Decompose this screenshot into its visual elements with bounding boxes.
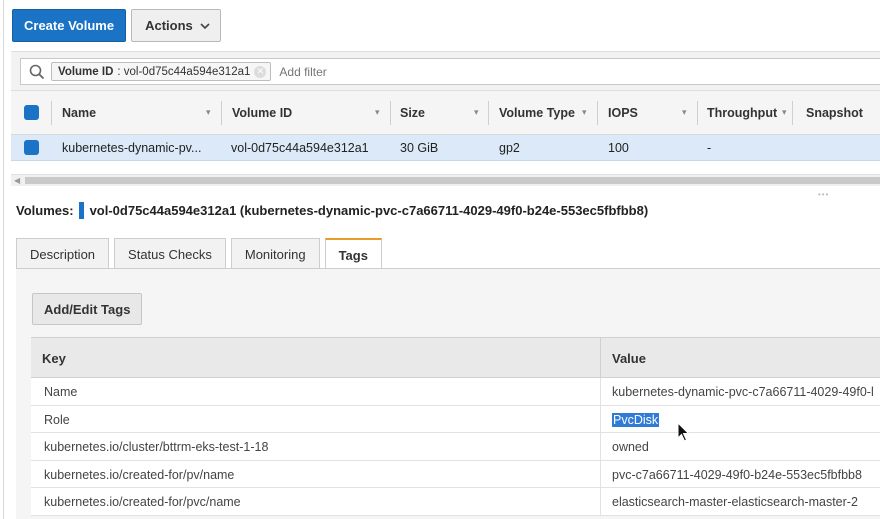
- scroll-left-arrow-icon[interactable]: ◀: [14, 176, 20, 185]
- cell-size: 30 GiB: [400, 140, 439, 155]
- toolbar: Create Volume Actions: [12, 9, 221, 43]
- sort-caret-icon[interactable]: ▾: [206, 91, 211, 134]
- column-separator: [600, 433, 601, 460]
- chevron-down-icon: [200, 22, 210, 29]
- table-row: Role PvcDisk: [31, 405, 880, 433]
- table-row: kubernetes.io/created-for/pv/name pvc-c7…: [31, 460, 880, 488]
- column-separator: [600, 488, 601, 515]
- filter-token-key: Volume ID: [58, 65, 114, 78]
- table-row: kubernetes.io/cluster/bttrm-eks-test-1-1…: [31, 433, 880, 461]
- column-header-throughput[interactable]: Throughput: [707, 91, 777, 134]
- close-icon[interactable]: ✕: [254, 65, 267, 78]
- column-separator: [221, 101, 222, 125]
- column-separator: [600, 338, 601, 377]
- volumes-table: Name ▾ Volume ID ▾ Size ▾ Volume Type ▾ …: [11, 91, 880, 161]
- cell-volume-type: gp2: [499, 140, 520, 155]
- add-edit-tags-button[interactable]: Add/Edit Tags: [32, 293, 143, 325]
- column-separator: [390, 101, 391, 125]
- selected-volume-prefix: Volumes:: [16, 203, 74, 218]
- actions-label: Actions: [145, 18, 193, 33]
- sort-caret-icon[interactable]: ▾: [682, 91, 687, 134]
- tab-monitoring[interactable]: Monitoring: [230, 238, 320, 269]
- resize-handle-icon[interactable]: •••: [818, 190, 829, 199]
- tags-table-header: Key Value: [31, 337, 880, 378]
- tab-status-checks[interactable]: Status Checks: [114, 238, 226, 269]
- column-separator: [600, 405, 601, 432]
- tab-tags[interactable]: Tags: [324, 238, 382, 270]
- window-left-border: [0, 0, 4, 519]
- column-header-volume-id[interactable]: Volume ID: [232, 91, 292, 134]
- value-column-header[interactable]: Value: [612, 351, 646, 366]
- cell-name: kubernetes-dynamic-pv...: [62, 140, 202, 155]
- column-separator: [697, 101, 698, 125]
- column-separator: [597, 101, 598, 125]
- sort-caret-icon[interactable]: ▾: [782, 91, 787, 134]
- tags-panel: Add/Edit Tags Key Value Name kubernetes-…: [16, 269, 880, 519]
- selection-marker: [78, 202, 84, 219]
- tag-value-selected: PvcDisk: [612, 412, 660, 427]
- tag-key: kubernetes.io/cluster/bttrm-eks-test-1-1…: [44, 440, 269, 454]
- tag-key: kubernetes.io/created-for/pvc/name: [44, 495, 241, 509]
- tag-value: owned: [612, 440, 649, 454]
- column-header-volume-type[interactable]: Volume Type: [499, 91, 575, 134]
- cell-iops: 100: [608, 140, 629, 155]
- cell-throughput: -: [707, 140, 712, 155]
- column-header-name[interactable]: Name: [62, 91, 96, 134]
- column-header-size[interactable]: Size: [400, 91, 425, 134]
- scrollbar-thumb[interactable]: [25, 177, 880, 184]
- table-row: Name kubernetes-dynamic-pvc-c7a66711-402…: [31, 378, 880, 406]
- selected-volume-title: Volumes: vol-0d75c44a594e312a1 (kubernet…: [16, 202, 648, 219]
- sort-caret-icon[interactable]: ▾: [474, 91, 479, 134]
- search-icon: [29, 64, 45, 79]
- column-separator: [792, 101, 793, 125]
- detail-tabs: Description Status Checks Monitoring Tag…: [16, 238, 382, 270]
- filter-token-volume-id[interactable]: Volume ID: vol-0d75c44a594e312a1 ✕: [51, 62, 272, 81]
- sort-caret-icon[interactable]: ▾: [375, 91, 380, 134]
- actions-dropdown-button[interactable]: Actions: [131, 9, 221, 42]
- tag-value: elasticsearch-master-elasticsearch-maste…: [612, 495, 858, 509]
- column-header-iops[interactable]: IOPS: [608, 91, 638, 134]
- tag-key: kubernetes.io/created-for/pv/name: [44, 467, 235, 482]
- table-row: kubernetes.io/created-for/pvc/name elast…: [31, 488, 880, 516]
- column-separator: [600, 378, 601, 405]
- filter-bar: Volume ID: vol-0d75c44a594e312a1 ✕: [11, 51, 880, 91]
- tag-value: pvc-c7a66711-4029-49f0-b24e-553ec5fbfbb8: [612, 467, 862, 482]
- add-filter-input[interactable]: [279, 64, 480, 79]
- tag-key: Name: [44, 385, 78, 399]
- tags-table: Key Value Name kubernetes-dynamic-pvc-c7…: [31, 337, 880, 516]
- create-volume-button[interactable]: Create Volume: [12, 9, 127, 42]
- row-checkbox[interactable]: [24, 140, 39, 155]
- mouse-pointer-icon: [677, 422, 690, 442]
- horizontal-scrollbar[interactable]: ◀: [11, 174, 880, 186]
- tab-description[interactable]: Description: [16, 238, 110, 269]
- column-header-snapshot[interactable]: Snapshot: [806, 91, 863, 134]
- column-separator: [51, 101, 52, 125]
- table-row[interactable]: kubernetes-dynamic-pv... vol-0d75c44a594…: [11, 135, 880, 161]
- search-box: Volume ID: vol-0d75c44a594e312a1 ✕: [20, 58, 880, 85]
- key-column-header[interactable]: Key: [42, 351, 66, 366]
- tag-value: kubernetes-dynamic-pvc-c7a66711-4029-49f…: [612, 385, 874, 399]
- selected-volume-name: vol-0d75c44a594e312a1 (kubernetes-dynami…: [89, 203, 649, 218]
- volumes-table-header: Name ▾ Volume ID ▾ Size ▾ Volume Type ▾ …: [11, 91, 880, 135]
- cell-volume-id: vol-0d75c44a594e312a1: [231, 140, 369, 155]
- sort-caret-icon[interactable]: ▾: [582, 91, 587, 134]
- column-separator: [600, 460, 601, 487]
- select-all-checkbox[interactable]: [24, 105, 39, 120]
- column-separator: [488, 101, 489, 125]
- tag-key: Role: [44, 412, 70, 427]
- filter-token-value: : vol-0d75c44a594e312a1: [117, 65, 251, 78]
